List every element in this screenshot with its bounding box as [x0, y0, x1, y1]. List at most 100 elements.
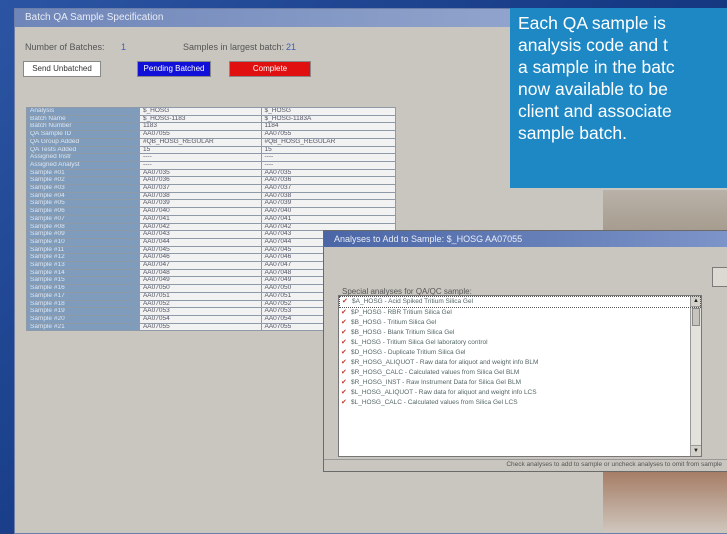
batch-1-cell[interactable]: AA07054 [138, 315, 262, 324]
batch-1-cell[interactable]: ---- [138, 160, 262, 170]
row-label: Sample #17 [26, 291, 140, 301]
checkbox-icon[interactable]: ✔ [341, 389, 347, 396]
batch-1-cell[interactable]: 1183 [138, 122, 262, 132]
batch-2-cell[interactable]: 1184 [260, 122, 397, 132]
number-of-batches-value: 1 [121, 42, 127, 52]
batch-1-cell[interactable]: AA07035 [138, 168, 262, 178]
batch-1-cell[interactable]: AA07053 [138, 307, 262, 316]
status-pending-batched[interactable]: Pending Batched [137, 61, 211, 77]
analysis-list-item[interactable]: ✔ $R_HOSG_INST - Raw Instrument Data for … [339, 378, 701, 388]
samples-largest-label: Samples in largest batch: [183, 42, 285, 52]
batch-1-cell[interactable]: AA07039 [138, 199, 262, 209]
batch-1-cell[interactable]: AA07048 [138, 268, 262, 278]
checkbox-icon[interactable]: ✔ [341, 399, 347, 406]
analysis-item-label: $R_HOSG_CALC - Calculated values from Si… [351, 369, 520, 376]
batch-2-cell[interactable]: $_HOSG [260, 107, 397, 116]
scroll-down-icon[interactable]: ▼ [691, 445, 701, 456]
checkbox-icon[interactable]: ✔ [341, 309, 347, 316]
batch-1-cell[interactable]: AA07042 [138, 222, 262, 232]
grid-row: Assigned Instr ---- ---- [26, 153, 397, 162]
batch-1-cell[interactable]: AA07046 [138, 253, 262, 263]
analysis-list-item[interactable]: ✔ $L_HOSG_ALIQUOT - Raw data for aliquot … [339, 388, 701, 398]
batch-1-cell[interactable]: AA07050 [138, 284, 262, 293]
analysis-list-item[interactable]: ✔ $R_HOSG_ALIQUOT - Raw data for aliquot … [339, 358, 701, 368]
row-label: Sample #16 [26, 284, 140, 293]
batch-1-cell[interactable]: AA07041 [138, 214, 262, 224]
analysis-list-item[interactable]: ✔ $A_HOSG - Acid Spiked Tritium Silica Ge… [339, 296, 701, 308]
grid-row: Sample #01 AA07035 AA07035 [26, 168, 397, 178]
checkbox-icon[interactable]: ✔ [341, 349, 347, 356]
analysis-list-item[interactable]: ✔ $L_HOSG - Tritium Silica Gel laboratory… [339, 338, 701, 348]
batch-1-cell[interactable]: 15 [138, 145, 262, 155]
batch-1-cell[interactable]: AA07045 [138, 245, 262, 255]
batch-1-cell[interactable]: AA07049 [138, 276, 262, 286]
callout-line: a sample in the batc [518, 57, 675, 77]
batch-1-cell[interactable]: AA07037 [138, 184, 262, 193]
batch-1-cell[interactable]: AA07051 [138, 291, 262, 301]
batch-2-cell[interactable]: AA07036 [260, 176, 397, 186]
batch-1-cell[interactable]: $_HOSG-1183 [138, 114, 262, 124]
row-label: Sample #18 [26, 299, 140, 309]
batch-2-cell[interactable]: ---- [260, 153, 397, 162]
row-label: Sample #12 [26, 253, 140, 263]
checkbox-icon[interactable]: ✔ [341, 379, 347, 386]
analysis-item-label: $R_HOSG_INST - Raw Instrument Data for S… [351, 379, 522, 386]
analyses-dialog: Analyses to Add to Sample: $_HOSG AA0705… [323, 230, 727, 472]
batch-2-cell[interactable]: ---- [260, 160, 397, 170]
batch-2-cell[interactable]: AA07041 [260, 214, 397, 224]
number-of-batches-label: Number of Batches: [25, 42, 105, 52]
analysis-list-item[interactable]: ✔ $R_HOSG_CALC - Calculated values from S… [339, 368, 701, 378]
analysis-list-item[interactable]: ✔ $D_HOSG - Duplicate Tritium Silica Gel [339, 348, 701, 358]
grid-row: Sample #07 AA07041 AA07041 [26, 214, 397, 224]
checkbox-icon[interactable]: ✔ [341, 359, 347, 366]
grid-row: Sample #06 AA07040 AA07040 [26, 207, 397, 216]
batch-1-cell[interactable]: AA07055 [138, 130, 262, 139]
batch-2-cell[interactable]: AA07040 [260, 207, 397, 216]
checkbox-icon[interactable]: ✔ [341, 319, 347, 326]
batch-1-cell[interactable]: ---- [138, 153, 262, 162]
batch-2-cell[interactable]: AA07039 [260, 199, 397, 209]
status-complete[interactable]: Complete [229, 61, 311, 77]
batch-2-cell[interactable]: AA07035 [260, 168, 397, 178]
batch-1-cell[interactable]: AA07036 [138, 176, 262, 186]
grid-row: Assigned Analyst ---- ---- [26, 160, 397, 170]
batch-1-cell[interactable]: AA07044 [138, 237, 262, 247]
analysis-item-label: $L_HOSG_ALIQUOT - Raw data for aliquot a… [351, 389, 537, 396]
row-label: Sample #06 [26, 207, 140, 216]
analysis-list-item[interactable]: ✔ $P_HOSG - RBR Tritium Silica Gel [339, 308, 701, 318]
analysis-list-item[interactable]: ✔ $B_HOSG - Tritium Silica Gel [339, 318, 701, 328]
batch-1-cell[interactable]: AA07040 [138, 207, 262, 216]
analysis-list-item[interactable]: ✔ $L_HOSG_CALC - Calculated values from S… [339, 398, 701, 408]
batch-1-cell[interactable]: AA07055 [138, 322, 262, 332]
row-label: Assigned Instr [26, 153, 140, 162]
batch-2-cell[interactable]: AA07038 [260, 191, 397, 201]
row-label: Sample #03 [26, 184, 140, 193]
checkbox-icon[interactable]: ✔ [342, 298, 348, 305]
batch-1-cell[interactable]: $_HOSG [138, 107, 262, 116]
checkbox-icon[interactable]: ✔ [341, 329, 347, 336]
batch-2-cell[interactable]: AA07055 [260, 130, 397, 139]
batch-1-cell[interactable]: AA07047 [138, 261, 262, 270]
batch-1-cell[interactable]: AA07038 [138, 191, 262, 201]
analysis-item-label: $L_HOSG - Tritium Silica Gel laboratory … [351, 339, 488, 346]
grid-row: QA Sample ID AA07055 AA07055 [26, 130, 397, 139]
batch-1-cell[interactable]: #QB_HOSG_REGULAR [138, 137, 262, 147]
callout-box: Each QA sample is analysis code and t a … [510, 8, 727, 188]
callout-line: client and associate [518, 101, 672, 121]
dialog-footer-hint: Check analyses to add to sample or unche… [324, 459, 727, 471]
row-label: Sample #08 [26, 222, 140, 232]
checkbox-icon[interactable]: ✔ [341, 369, 347, 376]
checkbox-icon[interactable]: ✔ [341, 339, 347, 346]
analysis-list-item[interactable]: ✔ $B_HOSG - Blank Tritium Silica Gel [339, 328, 701, 338]
batch-1-cell[interactable]: AA07052 [138, 299, 262, 309]
analyses-list[interactable]: ▲ ▼ ✔ $A_HOSG - Acid Spiked Tritium Silic… [338, 295, 702, 457]
status-send-unbatched[interactable]: Send Unbatched [23, 61, 101, 77]
batch-2-cell[interactable]: AA07037 [260, 184, 397, 193]
batch-2-cell[interactable]: 15 [260, 145, 397, 155]
row-label: Sample #20 [26, 315, 140, 324]
samples-largest-value: 21 [286, 42, 297, 52]
dialog-ok-button[interactable] [712, 267, 727, 287]
batch-2-cell[interactable]: $_HOSG-1183A [260, 114, 397, 124]
batch-2-cell[interactable]: #QB_HOSG_REGULAR [260, 137, 397, 147]
batch-1-cell[interactable]: AA07043 [138, 230, 262, 239]
